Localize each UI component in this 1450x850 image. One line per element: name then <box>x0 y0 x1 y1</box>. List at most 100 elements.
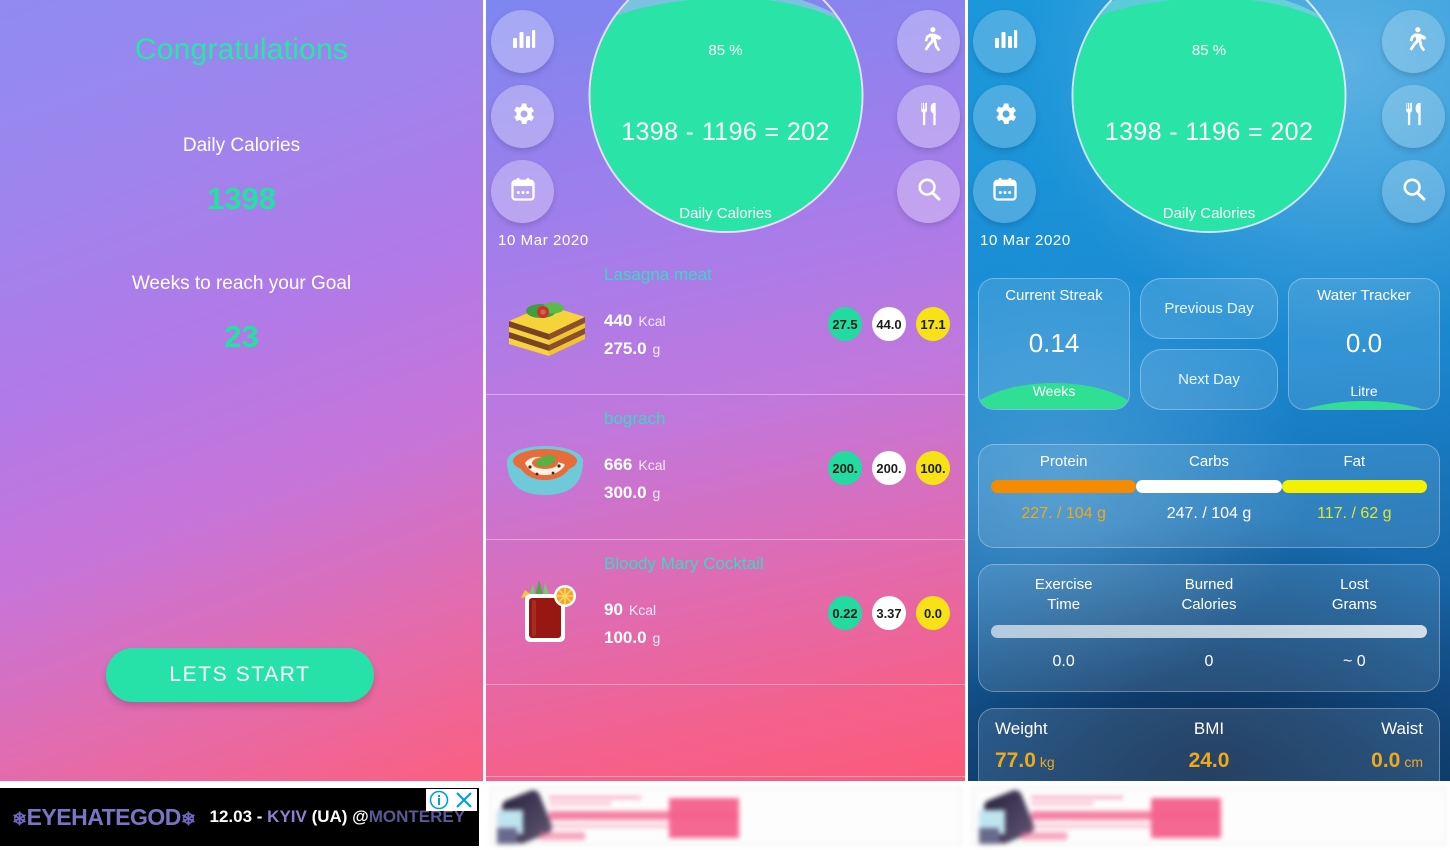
current-streak-unit: Weeks <box>1032 383 1076 399</box>
cutlery-icon <box>915 100 943 133</box>
current-streak-value: 0.14 <box>1028 328 1080 358</box>
running-icon <box>1400 25 1428 58</box>
calendar-icon <box>509 175 537 208</box>
macro-value-protein: 227. / 104 g <box>1021 505 1106 522</box>
macro-bar-carbs <box>1136 480 1282 493</box>
food-list-item[interactable]: Bloody Mary Cocktail 90 Kcal 100.0 g 0.22 … <box>486 540 965 685</box>
gear-icon-button[interactable] <box>491 85 554 148</box>
gauge-wave-front <box>590 0 861 231</box>
body-value-weight: 77.0 kg <box>995 749 1055 772</box>
current-streak-card[interactable]: Current Streak 0.14 Weeks <box>978 278 1130 410</box>
food-item-body: bograch 666 Kcal 300.0 g 200. 200. 100. <box>604 409 965 503</box>
body-header-weight: Weight <box>995 719 1048 738</box>
ad-banner-eyehategod[interactable]: ❄EYEHATEGOD❄ 12.03 - KYIV (UA) @MONTEREY <box>0 788 479 846</box>
ad-controls[interactable] <box>426 789 477 811</box>
search-icon <box>1400 175 1428 208</box>
food-list-item[interactable]: bograch 666 Kcal 300.0 g 200. 200. 100. <box>486 395 965 540</box>
search-icon-button[interactable] <box>897 160 960 223</box>
exercise-bar <box>991 625 1427 638</box>
search-icon-button[interactable] <box>1382 160 1445 223</box>
running-icon-button[interactable] <box>1382 10 1445 73</box>
current-date[interactable]: 10 Mar 2020 <box>980 232 1071 249</box>
search-icon <box>915 175 943 208</box>
gauge-fill <box>590 0 861 231</box>
ad-swatch <box>497 828 517 844</box>
congratulations-title: Congratulations <box>134 33 349 66</box>
body-metrics-card[interactable]: Weight BMI Waist 77.0 kg 24.0 0.0 cm <box>978 708 1440 781</box>
food-name: bograch <box>604 409 666 428</box>
previous-day-button[interactable]: Previous Day <box>1140 278 1278 339</box>
top-bar: 85 % 1398 - 1196 = 202 Daily Calories 10… <box>486 0 965 250</box>
food-name: Bloody Mary Cocktail <box>604 554 764 573</box>
exercise-card[interactable]: Exercise Time Burned Calories Lost Grams 0.… <box>978 564 1440 692</box>
gauge-caption: Daily Calories <box>679 205 772 222</box>
ad-band-name: ❄EYEHATEGOD❄ <box>12 803 196 830</box>
panel-dashboard: 85 % 1398 - 1196 = 202 Daily Calories 10… <box>968 0 1450 850</box>
body-header-waist: Waist <box>1381 719 1424 738</box>
stats-icon-button[interactable] <box>491 10 554 73</box>
gauge-equation: 1398 - 1196 = 202 <box>1104 118 1314 146</box>
body-header-bmi: BMI <box>1193 719 1225 738</box>
carbs-badge: 44.0 <box>872 307 906 341</box>
macro-headers: Protein Carbs Fat <box>991 453 1427 470</box>
water-tracker-unit: Litre <box>1350 383 1378 399</box>
body-value-waist: 0.0 cm <box>1371 749 1424 772</box>
ad-zone <box>486 781 965 850</box>
calorie-gauge[interactable]: 85 % 1398 - 1196 = 202 Daily Calories <box>588 0 863 233</box>
macro-value-fat: 117. / 62 g <box>1317 505 1392 522</box>
macro-bar-protein <box>991 480 1137 493</box>
lets-start-button[interactable]: LETS START <box>106 648 374 702</box>
protein-badge: 0.22 <box>828 596 862 630</box>
calorie-gauge[interactable]: 85 % 1398 - 1196 = 202 Daily Calories <box>1071 0 1347 233</box>
food-log-screen: 85 % 1398 - 1196 = 202 Daily Calories 10… <box>486 0 965 781</box>
running-icon-button[interactable] <box>897 10 960 73</box>
onboarding-screen: Congratulations Daily Calories 1398 Week… <box>0 0 483 781</box>
gauge-percent: 85 % <box>1191 42 1227 59</box>
right-button-column <box>897 10 960 223</box>
stats-icon-button[interactable] <box>973 10 1036 73</box>
current-streak-title: Current Streak <box>1005 287 1103 304</box>
daily-calories-label: Daily Calories <box>182 135 301 156</box>
macro-value-carbs: 247. / 104 g <box>1166 505 1252 522</box>
food-item-body: Bloody Mary Cocktail 90 Kcal 100.0 g 0.22 … <box>604 554 965 648</box>
current-date[interactable]: 10 Mar 2020 <box>498 232 589 249</box>
right-button-column <box>1382 10 1445 223</box>
gauge-percent: 85 % <box>708 42 743 59</box>
weeks-to-goal-label: Weeks to reach your Goal <box>131 273 352 294</box>
cutlery-icon-button[interactable] <box>1382 85 1445 148</box>
close-icon[interactable] <box>454 790 474 810</box>
macro-header-protein: Protein <box>1039 453 1088 470</box>
ad-banner-blurred[interactable] <box>972 787 1446 845</box>
macros-card[interactable]: Protein Carbs Fat 227. / 104 g 247. / 10… <box>978 444 1440 548</box>
protein-badge: 27.5 <box>828 307 862 341</box>
streak-nav-water-row: Current Streak 0.14 Weeks Previous Day N… <box>978 278 1440 410</box>
food-item-body: Lasagna meat 440 Kcal 275.0 g 27.5 44.0 17… <box>604 265 965 359</box>
macro-bar-fat <box>1281 480 1427 493</box>
food-list-item[interactable]: Lasagna meat 440 Kcal 275.0 g 27.5 44.0 17… <box>486 250 965 395</box>
ad-zone <box>968 781 1450 850</box>
ad-choices-icon[interactable] <box>429 790 449 810</box>
gear-icon-button[interactable] <box>973 85 1036 148</box>
macro-bar <box>991 480 1427 493</box>
cutlery-icon-button[interactable] <box>897 85 960 148</box>
gear-icon <box>509 100 537 133</box>
exercise-headers: Exercise Time Burned Calories Lost Grams <box>991 575 1427 615</box>
exercise-header-lost: Lost Grams <box>1331 576 1377 613</box>
calendar-icon-button[interactable] <box>973 160 1036 223</box>
fat-badge: 0.0 <box>916 596 950 630</box>
calendar-icon-button[interactable] <box>491 160 554 223</box>
water-tracker-card[interactable]: Water Tracker 0.0 Litre <box>1288 278 1440 410</box>
left-button-column <box>491 10 554 223</box>
ad-zone: ❄EYEHATEGOD❄ 12.03 - KYIV (UA) @MONTEREY <box>0 781 483 850</box>
next-day-button[interactable]: Next Day <box>1140 349 1278 410</box>
cocktail-icon <box>486 554 604 648</box>
body-values: 77.0 kg 24.0 0.0 cm <box>995 739 1423 773</box>
exercise-value-lost: ~ 0 <box>1342 653 1366 670</box>
ad-banner-blurred[interactable] <box>490 787 961 845</box>
ad-swatch <box>979 828 999 844</box>
food-list-item-empty <box>486 685 965 777</box>
macro-badges: 27.5 44.0 17.1 <box>828 307 950 341</box>
gauge-caption: Daily Calories <box>1162 205 1256 222</box>
macro-badges: 0.22 3.37 0.0 <box>828 596 950 630</box>
stats-icon <box>991 25 1019 58</box>
